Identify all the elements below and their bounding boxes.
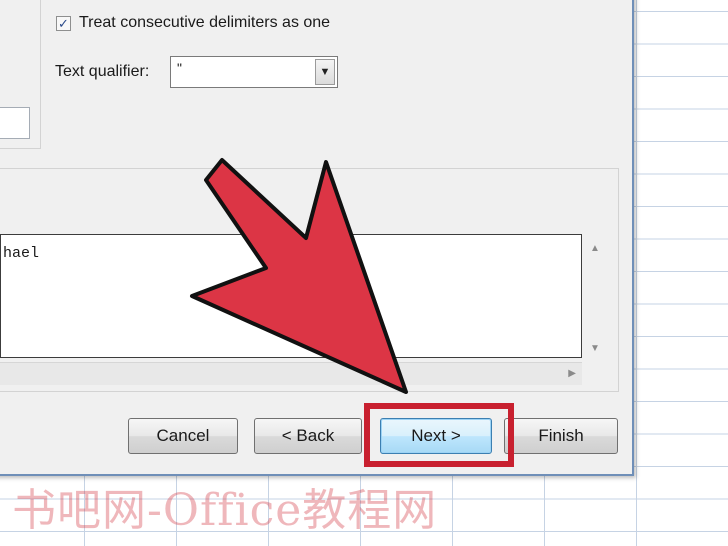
scroll-down-icon[interactable]: ▼ (584, 340, 606, 358)
scroll-right-icon[interactable]: ▶ (568, 365, 576, 383)
cancel-button[interactable]: Cancel (128, 418, 238, 454)
other-delimiter-input[interactable] (0, 107, 30, 139)
consecutive-delimiters-checkbox[interactable]: ✓ (56, 15, 71, 31)
chevron-down-icon[interactable]: ▼ (315, 59, 335, 85)
text-qualifier-value: " (177, 60, 182, 76)
watermark: 书吧网-Office教程网 (12, 485, 438, 536)
data-preview-pane[interactable]: hael (0, 234, 582, 358)
finish-button[interactable]: Finish (504, 418, 618, 454)
checkmark-icon: ✓ (58, 15, 69, 31)
text-qualifier-label: Text qualifier: (55, 63, 150, 80)
preview-line: hael (3, 245, 40, 262)
back-button[interactable]: < Back (254, 418, 362, 454)
preview-horizontal-scrollbar[interactable]: ▶ (0, 362, 582, 385)
scroll-up-icon[interactable]: ▲ (584, 240, 606, 258)
text-qualifier-select[interactable]: " ▼ (170, 56, 338, 88)
preview-vertical-scrollbar[interactable]: ▲ ▼ (584, 236, 606, 358)
consecutive-delimiters-label: Treat consecutive delimiters as one (79, 14, 331, 31)
next-button-highlight (364, 403, 514, 467)
consecutive-delimiters-option[interactable]: ✓ Treat consecutive delimiters as one (56, 12, 330, 34)
